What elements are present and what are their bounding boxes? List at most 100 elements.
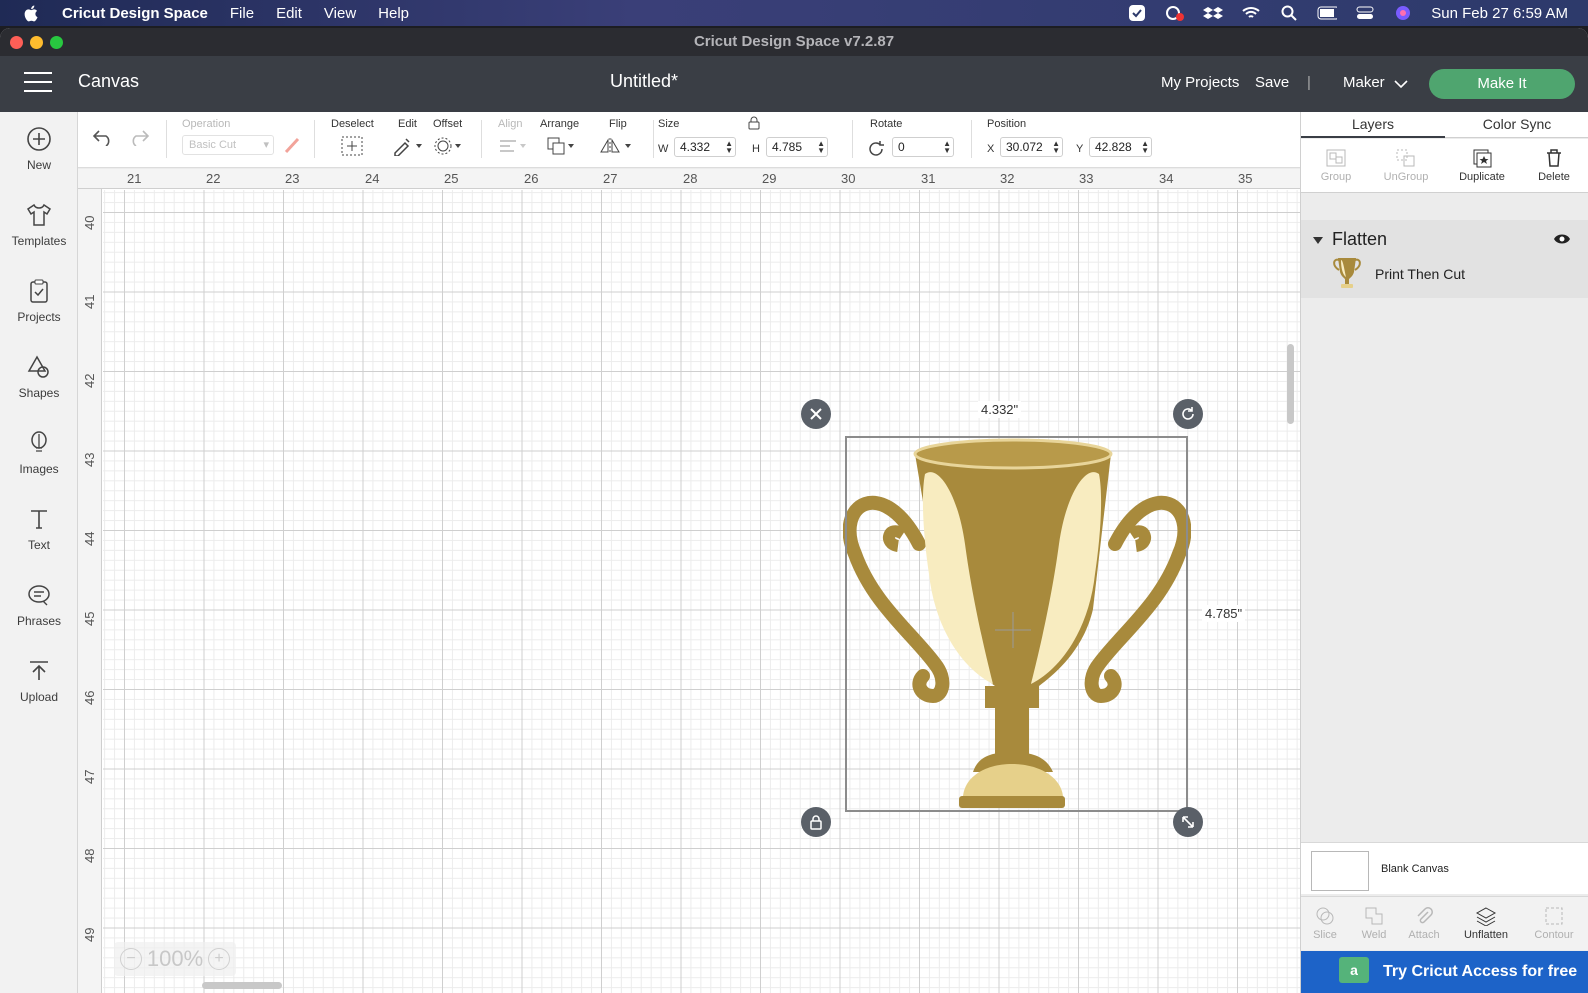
sidebar-item-templates[interactable]: Templates: [0, 200, 78, 270]
design-canvas[interactable]: 21 22 23 24 25 26 27 28 29 30 31 32 33 3…: [78, 169, 1300, 993]
delete-handle-close-icon[interactable]: [801, 399, 831, 429]
vertical-ruler: 40 41 42 43 44 45 46 47 48 49 50: [78, 189, 102, 993]
sidebar-item-projects[interactable]: Projects: [0, 276, 78, 346]
height-stepper[interactable]: ▲ ▼: [817, 140, 825, 155]
control-center-icon[interactable]: [1355, 4, 1375, 22]
zoom-window-button[interactable]: [50, 36, 63, 49]
height-label: H: [752, 143, 760, 155]
toolbar-divider: [166, 120, 167, 158]
eye-visibility-icon[interactable]: [1553, 232, 1571, 250]
duplicate-button[interactable]: Duplicate: [1447, 145, 1517, 183]
lock-handle-icon[interactable]: [801, 807, 831, 837]
contour-button[interactable]: Contour: [1519, 903, 1588, 941]
wifi-icon[interactable]: [1241, 4, 1261, 22]
flip-icon[interactable]: [599, 136, 635, 159]
delete-button[interactable]: Delete: [1519, 145, 1588, 183]
y-position-input[interactable]: 42.828 ▲ ▼: [1089, 137, 1152, 157]
offset-group[interactable]: Offset: [433, 118, 462, 155]
edit-tools-icon[interactable]: [392, 136, 424, 159]
minimize-window-button[interactable]: [30, 36, 43, 49]
lock-ratio-icon[interactable]: [748, 116, 760, 133]
horizontal-scrollbar[interactable]: [202, 982, 282, 989]
x-stepper[interactable]: ▲ ▼: [1052, 140, 1060, 155]
zoom-out-button[interactable]: −: [120, 948, 142, 970]
resize-handle-icon[interactable]: [1173, 807, 1203, 837]
width-stepper[interactable]: ▲ ▼: [725, 140, 733, 155]
menu-help[interactable]: Help: [378, 5, 409, 22]
caret-down-icon[interactable]: [1313, 232, 1323, 250]
undo-icon[interactable]: [92, 128, 114, 149]
menu-file[interactable]: File: [230, 5, 254, 22]
ruler-tick: 45: [82, 611, 97, 626]
paperclip-icon: [1389, 903, 1459, 929]
operation-select[interactable]: Basic Cut ▾: [182, 135, 274, 155]
document-title[interactable]: Untitled*: [0, 71, 1288, 92]
deselect-group[interactable]: Deselect: [331, 118, 374, 156]
chevron-down-icon[interactable]: [1394, 76, 1408, 93]
toolbar-divider: [481, 120, 482, 158]
blank-canvas-row[interactable]: Blank Canvas: [1301, 842, 1588, 894]
offset-icon[interactable]: [433, 136, 465, 159]
menubar-clock[interactable]: Sun Feb 27 6:59 AM: [1431, 5, 1568, 22]
window-titlebar: Cricut Design Space v7.2.87: [0, 28, 1588, 56]
menu-edit[interactable]: Edit: [276, 5, 302, 22]
rotate-handle-icon[interactable]: [1173, 399, 1203, 429]
close-window-button[interactable]: [10, 36, 23, 49]
layer-name[interactable]: Print Then Cut: [1375, 266, 1465, 282]
my-projects-link[interactable]: My Projects: [1161, 74, 1239, 91]
y-label: Y: [1076, 143, 1084, 155]
make-it-button[interactable]: Make It: [1429, 69, 1575, 99]
dropbox-icon[interactable]: [1203, 4, 1224, 22]
sidebar-item-images[interactable]: Images: [0, 428, 78, 498]
vertical-scrollbar[interactable]: [1287, 344, 1294, 424]
group-button[interactable]: Group: [1301, 145, 1371, 183]
rotate-stepper[interactable]: ▲ ▼: [943, 140, 951, 155]
save-link[interactable]: Save: [1255, 74, 1289, 91]
align-icon[interactable]: [498, 136, 530, 159]
pen-color-icon[interactable]: [282, 135, 302, 158]
redo-icon[interactable]: [128, 128, 150, 149]
ungroup-button[interactable]: UnGroup: [1371, 145, 1441, 183]
rotate-input[interactable]: 0 ▲ ▼: [892, 137, 954, 157]
ruler-tick: 41: [82, 294, 97, 309]
y-value: 42.828: [1095, 140, 1132, 154]
deselect-icon[interactable]: [341, 136, 363, 159]
spotlight-search-icon[interactable]: [1279, 4, 1299, 22]
checkmark-status-icon[interactable]: [1127, 4, 1147, 22]
sidebar-item-upload[interactable]: Upload: [0, 656, 78, 726]
cricut-access-banner[interactable]: a Try Cricut Access for free: [1301, 951, 1588, 993]
tab-color-sync[interactable]: Color Sync: [1445, 116, 1588, 132]
unflatten-button[interactable]: Unflatten: [1451, 903, 1521, 941]
x-position-input[interactable]: 30.072 ▲ ▼: [1000, 137, 1063, 157]
ruler-tick: 26: [524, 171, 539, 186]
plus-circle-icon: [24, 124, 54, 154]
creative-cloud-icon[interactable]: [1165, 4, 1185, 22]
sidebar-item-phrases[interactable]: Phrases: [0, 580, 78, 650]
rotate-label: Rotate: [870, 118, 903, 130]
tab-layers[interactable]: Layers: [1301, 116, 1445, 138]
siri-icon[interactable]: [1393, 4, 1413, 22]
height-input[interactable]: 4.785 ▲ ▼: [766, 137, 828, 157]
selection-bounding-box[interactable]: [845, 436, 1188, 812]
attach-button[interactable]: Attach: [1389, 903, 1459, 941]
sidebar-item-text[interactable]: Text: [0, 504, 78, 574]
arrange-icon[interactable]: [546, 136, 578, 159]
blank-canvas-swatch[interactable]: [1311, 851, 1369, 891]
zoom-in-button[interactable]: +: [208, 948, 230, 970]
sidebar-item-new[interactable]: New: [0, 124, 78, 194]
sidebar-item-shapes[interactable]: Shapes: [0, 352, 78, 422]
ungroup-label: UnGroup: [1383, 171, 1429, 183]
ruler-tick: 43: [82, 452, 97, 467]
battery-icon[interactable]: [1317, 4, 1338, 22]
apple-menu-icon[interactable]: [22, 4, 40, 22]
width-input[interactable]: 4.332 ▲ ▼: [674, 137, 736, 157]
y-stepper[interactable]: ▲ ▼: [1141, 140, 1149, 155]
machine-select[interactable]: Maker: [1343, 74, 1385, 91]
menu-view[interactable]: View: [324, 5, 356, 22]
align-group[interactable]: Align: [498, 118, 526, 152]
flip-group[interactable]: Flip: [600, 118, 631, 154]
edit-group[interactable]: Edit: [394, 118, 422, 157]
menu-app-name[interactable]: Cricut Design Space: [62, 5, 208, 22]
layer-group-flatten[interactable]: Flatten Print Then Cut: [1301, 220, 1588, 298]
arrange-group[interactable]: Arrange: [540, 118, 579, 155]
